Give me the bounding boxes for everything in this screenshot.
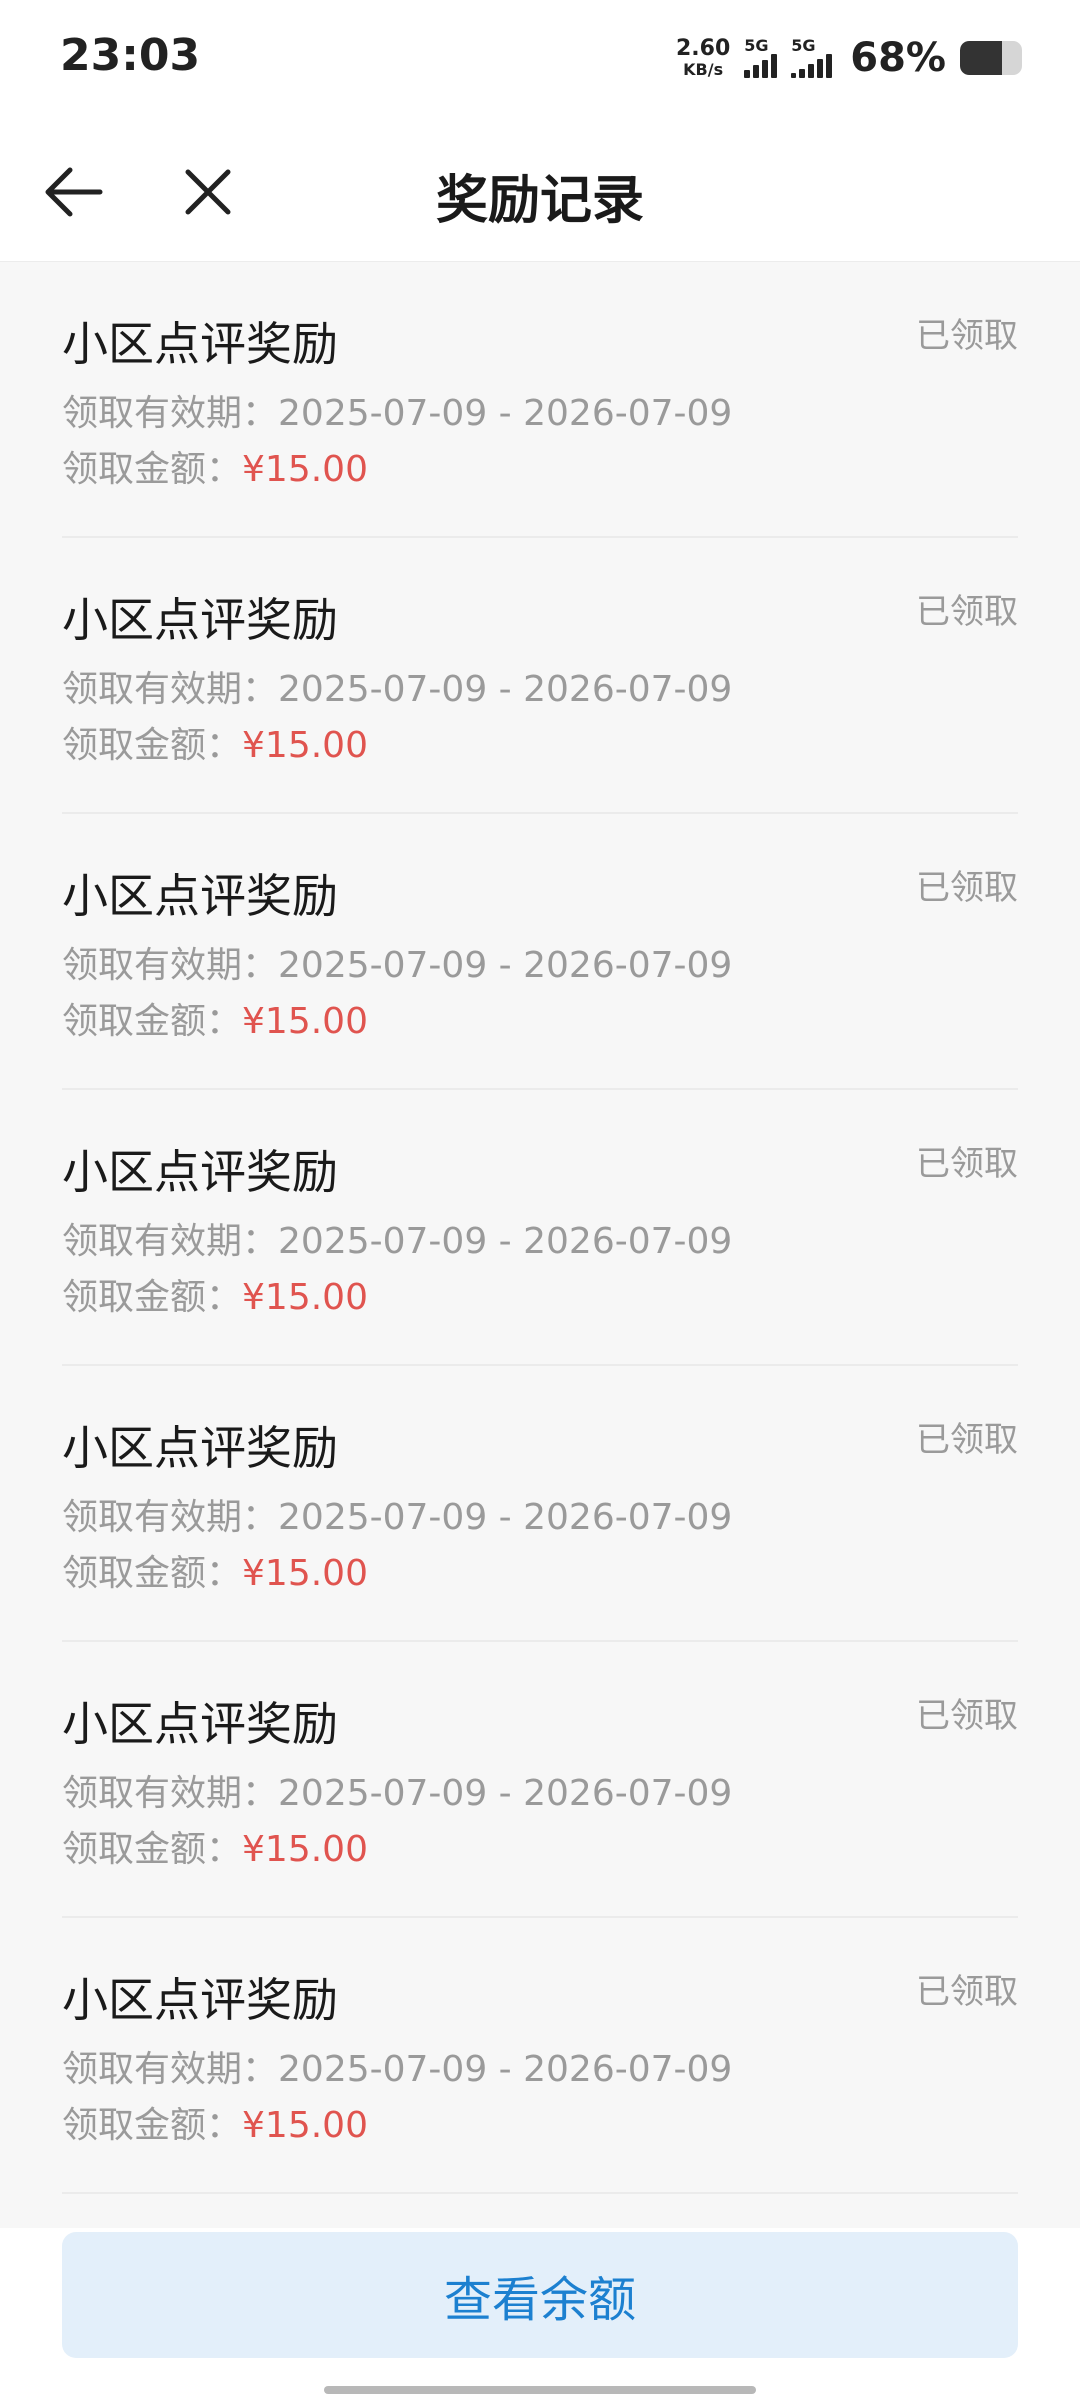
sim2-label: 5G (791, 36, 816, 55)
network-speed-unit: KB/s (683, 60, 724, 79)
validity-label: 领取有效期： (62, 945, 279, 986)
record-amount: 领取金额：¥15.00 (62, 992, 368, 1044)
amount-label: 领取金额： (62, 2105, 243, 2146)
amount-value: ¥15.00 (242, 1829, 368, 1870)
validity-range: 2025-07-09 - 2026-07-09 (278, 1221, 733, 1262)
amount-label: 领取金额： (62, 1553, 243, 1594)
record-validity: 领取有效期：2025-07-09 - 2026-07-09 (62, 384, 732, 436)
amount-label: 领取金额： (62, 1829, 243, 1870)
record-amount: 领取金额：¥15.00 (62, 716, 368, 768)
record-title: 小区点评奖励 (62, 593, 338, 647)
home-indicator[interactable] (324, 2386, 756, 2394)
validity-label: 领取有效期： (62, 669, 279, 710)
validity-label: 领取有效期： (62, 393, 279, 434)
sim2-signal-icon: 5G (791, 36, 833, 78)
validity-label: 领取有效期： (62, 1221, 279, 1262)
amount-value: ¥15.00 (242, 1277, 368, 1318)
list-item[interactable]: 小区点评奖励 已领取 领取有效期：2025-07-09 - 2026-07-09… (62, 538, 1018, 814)
screen: 23:03 2.60 KB/s 5G 5G 68% 奖励记录 小区点评奖励 已领… (0, 0, 1080, 2400)
record-validity: 领取有效期：2025-07-09 - 2026-07-09 (62, 1212, 732, 1264)
record-validity: 领取有效期：2025-07-09 - 2026-07-09 (62, 2040, 732, 2092)
amount-label: 领取金额： (62, 1001, 243, 1042)
list-item[interactable]: 小区点评奖励 已领取 领取有效期：2025-07-09 - 2026-07-09… (62, 814, 1018, 1090)
network-speed-value: 2.60 (675, 36, 731, 61)
status-badge: 已领取 (916, 316, 1018, 356)
amount-label: 领取金额： (62, 1277, 243, 1318)
list-item[interactable]: 小区点评奖励 已领取 领取有效期：2025-07-09 - 2026-07-09… (62, 1642, 1018, 1918)
status-badge: 已领取 (916, 1696, 1018, 1736)
status-time: 23:03 (60, 30, 201, 81)
record-validity: 领取有效期：2025-07-09 - 2026-07-09 (62, 1488, 732, 1540)
amount-value: ¥15.00 (242, 1001, 368, 1042)
status-badge: 已领取 (916, 592, 1018, 632)
validity-label: 领取有效期： (62, 1773, 279, 1814)
amount-value: ¥15.00 (242, 725, 368, 766)
validity-range: 2025-07-09 - 2026-07-09 (278, 2049, 733, 2090)
record-title: 小区点评奖励 (62, 869, 338, 923)
record-amount: 领取金额：¥15.00 (62, 440, 368, 492)
validity-range: 2025-07-09 - 2026-07-09 (278, 945, 733, 986)
record-amount: 领取金额：¥15.00 (62, 1820, 368, 1872)
record-validity: 领取有效期：2025-07-09 - 2026-07-09 (62, 1764, 732, 1816)
record-amount: 领取金额：¥15.00 (62, 1544, 368, 1596)
battery-percent: 68% (850, 35, 946, 81)
record-title: 小区点评奖励 (62, 1697, 338, 1751)
list-item[interactable]: 小区点评奖励 已领取 领取有效期：2025-07-09 - 2026-07-09… (62, 1366, 1018, 1642)
validity-label: 领取有效期： (62, 1497, 279, 1538)
validity-range: 2025-07-09 - 2026-07-09 (278, 669, 733, 710)
status-badge: 已领取 (916, 1420, 1018, 1460)
reward-record-list: 小区点评奖励 已领取 领取有效期：2025-07-09 - 2026-07-09… (0, 262, 1080, 2194)
app-header: 奖励记录 (0, 120, 1080, 262)
list-item[interactable]: 小区点评奖励 已领取 领取有效期：2025-07-09 - 2026-07-09… (62, 1918, 1018, 2194)
validity-range: 2025-07-09 - 2026-07-09 (278, 1773, 733, 1814)
amount-value: ¥15.00 (242, 449, 368, 490)
record-amount: 领取金额：¥15.00 (62, 2096, 368, 2148)
status-badge: 已领取 (916, 868, 1018, 908)
sim1-label: 5G (744, 36, 769, 55)
battery-fill (960, 41, 1003, 75)
record-amount: 领取金额：¥15.00 (62, 1268, 368, 1320)
list-item[interactable]: 小区点评奖励 已领取 领取有效期：2025-07-09 - 2026-07-09… (62, 262, 1018, 538)
network-speed: 2.60 KB/s (676, 38, 730, 78)
status-bar: 23:03 2.60 KB/s 5G 5G 68% (0, 0, 1080, 120)
status-badge: 已领取 (916, 1972, 1018, 2012)
record-validity: 领取有效期：2025-07-09 - 2026-07-09 (62, 936, 732, 988)
page-title: 奖励记录 (435, 171, 644, 231)
amount-value: ¥15.00 (242, 2105, 368, 2146)
view-balance-button[interactable]: 查看余额 (62, 2232, 1018, 2358)
list-item[interactable]: 小区点评奖励 已领取 领取有效期：2025-07-09 - 2026-07-09… (62, 1090, 1018, 1366)
amount-label: 领取金额： (62, 449, 243, 490)
validity-range: 2025-07-09 - 2026-07-09 (278, 393, 733, 434)
status-icons: 2.60 KB/s 5G 5G 68% (676, 34, 1022, 82)
record-title: 小区点评奖励 (62, 317, 338, 371)
status-badge: 已领取 (916, 1144, 1018, 1184)
validity-label: 领取有效期： (62, 2049, 279, 2090)
amount-label: 领取金额： (62, 725, 243, 766)
sim1-signal-icon: 5G (744, 36, 778, 78)
record-title: 小区点评奖励 (62, 1421, 338, 1475)
record-title: 小区点评奖励 (62, 1145, 338, 1199)
record-validity: 领取有效期：2025-07-09 - 2026-07-09 (62, 660, 732, 712)
record-title: 小区点评奖励 (62, 1973, 338, 2027)
battery-icon (960, 41, 1022, 75)
validity-range: 2025-07-09 - 2026-07-09 (278, 1497, 733, 1538)
amount-value: ¥15.00 (242, 1553, 368, 1594)
